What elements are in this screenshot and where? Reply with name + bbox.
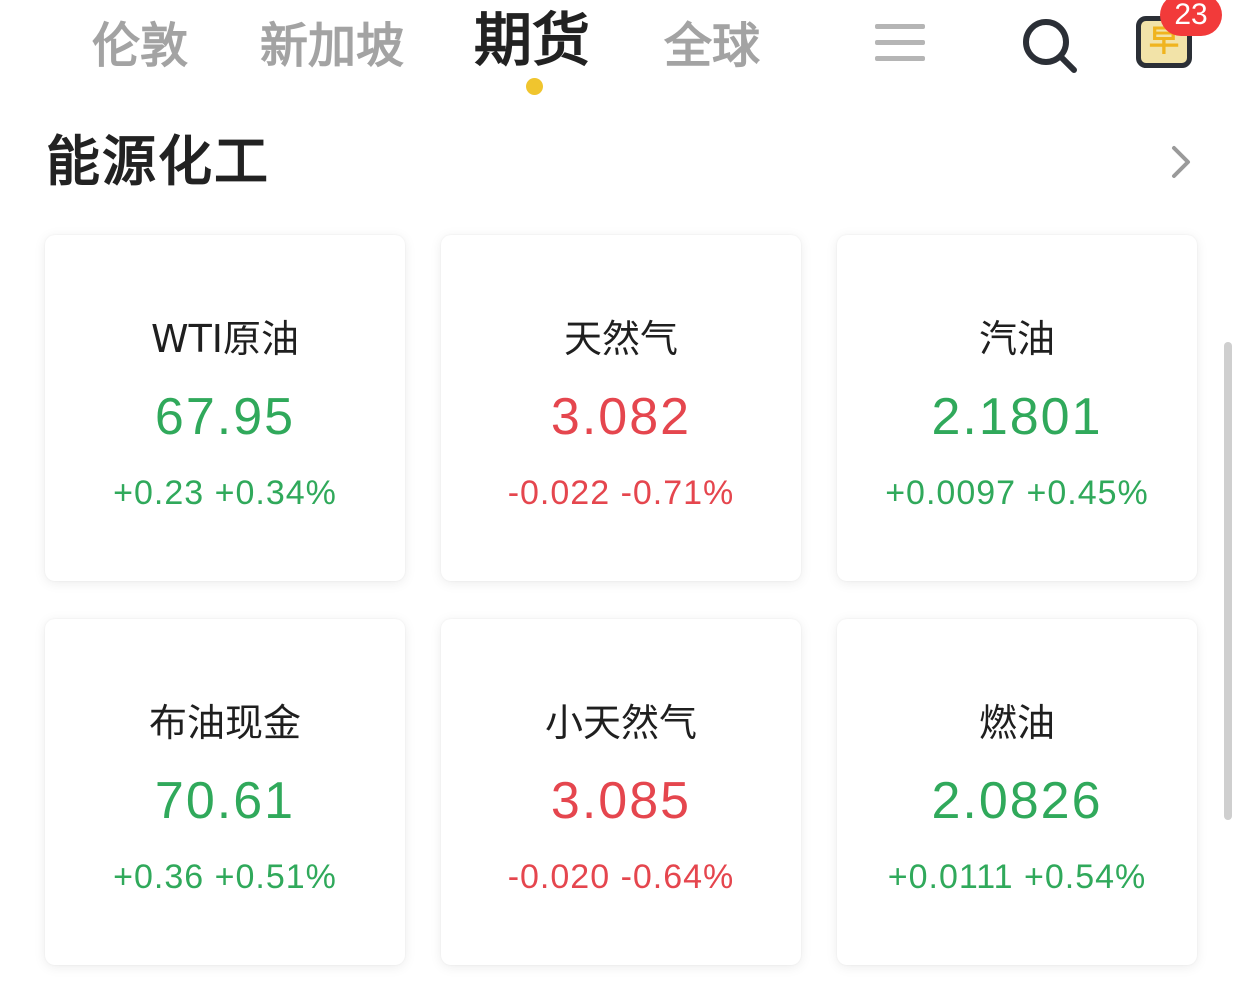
quote-name: 天然气 [563, 317, 678, 361]
quote-price: 2.1801 [931, 388, 1103, 446]
active-tab-indicator [526, 78, 543, 95]
quote-change: +0.0097 +0.45% [837, 471, 1197, 515]
quote-change-percent: +0.45% [1026, 474, 1149, 512]
quote-card-fuel-oil[interactable]: 燃油 2.0826 +0.0111 +0.54% [837, 619, 1197, 965]
quote-change: -0.022 -0.71% [441, 471, 801, 515]
quote-change: +0.0111 +0.54% [837, 855, 1197, 899]
quote-change-percent: +0.51% [214, 858, 337, 896]
menu-icon[interactable] [875, 22, 925, 62]
quote-price: 3.085 [550, 772, 692, 830]
quote-price: 70.61 [154, 772, 296, 830]
quote-card-brent-cash[interactable]: 布油现金 70.61 +0.36 +0.51% [45, 619, 405, 965]
quote-change-value: +0.0097 [885, 474, 1017, 512]
top-nav-bar: 伦敦 新加坡 期货 全球 早 23 [0, 0, 1242, 100]
quote-change-percent: -0.64% [620, 858, 735, 896]
notification-badge: 23 [1160, 0, 1222, 36]
tab-singapore[interactable]: 新加坡 [260, 6, 404, 86]
quote-change-value: -0.020 [507, 858, 611, 896]
quote-price: 2.0826 [931, 772, 1103, 830]
quote-name: WTI原油 [151, 317, 299, 361]
quote-name: 布油现金 [148, 701, 301, 745]
tab-london[interactable]: 伦敦 [92, 6, 188, 86]
vertical-scrollbar[interactable] [1224, 342, 1232, 820]
quote-change-percent: -0.71% [620, 474, 735, 512]
quote-price: 67.95 [154, 388, 296, 446]
quote-card-natural-gas[interactable]: 天然气 3.082 -0.022 -0.71% [441, 235, 801, 581]
quote-change: +0.36 +0.51% [45, 855, 405, 899]
quote-change: -0.020 -0.64% [441, 855, 801, 899]
quote-change-value: +0.23 [113, 474, 205, 512]
quote-name: 燃油 [978, 701, 1055, 745]
tab-futures[interactable]: 期货 [474, 0, 590, 80]
quote-card-mini-natural-gas[interactable]: 小天然气 3.085 -0.020 -0.64% [441, 619, 801, 965]
quote-change-percent: +0.34% [214, 474, 337, 512]
quote-card-wti[interactable]: WTI原油 67.95 +0.23 +0.34% [45, 235, 405, 581]
quote-price: 3.082 [550, 388, 692, 446]
quote-change: +0.23 +0.34% [45, 471, 405, 515]
quote-name: 汽油 [978, 317, 1055, 361]
quote-name: 小天然气 [544, 701, 697, 745]
search-icon[interactable] [1020, 16, 1078, 74]
quote-card-gasoline[interactable]: 汽油 2.1801 +0.0097 +0.45% [837, 235, 1197, 581]
section-title: 能源化工 [46, 130, 270, 193]
tab-global[interactable]: 全球 [664, 6, 760, 86]
quote-change-value: +0.36 [113, 858, 205, 896]
quote-change-value: -0.022 [507, 474, 611, 512]
chevron-right-icon[interactable] [1162, 140, 1202, 184]
quote-change-value: +0.0111 [887, 858, 1014, 896]
quote-change-percent: +0.54% [1024, 858, 1147, 896]
